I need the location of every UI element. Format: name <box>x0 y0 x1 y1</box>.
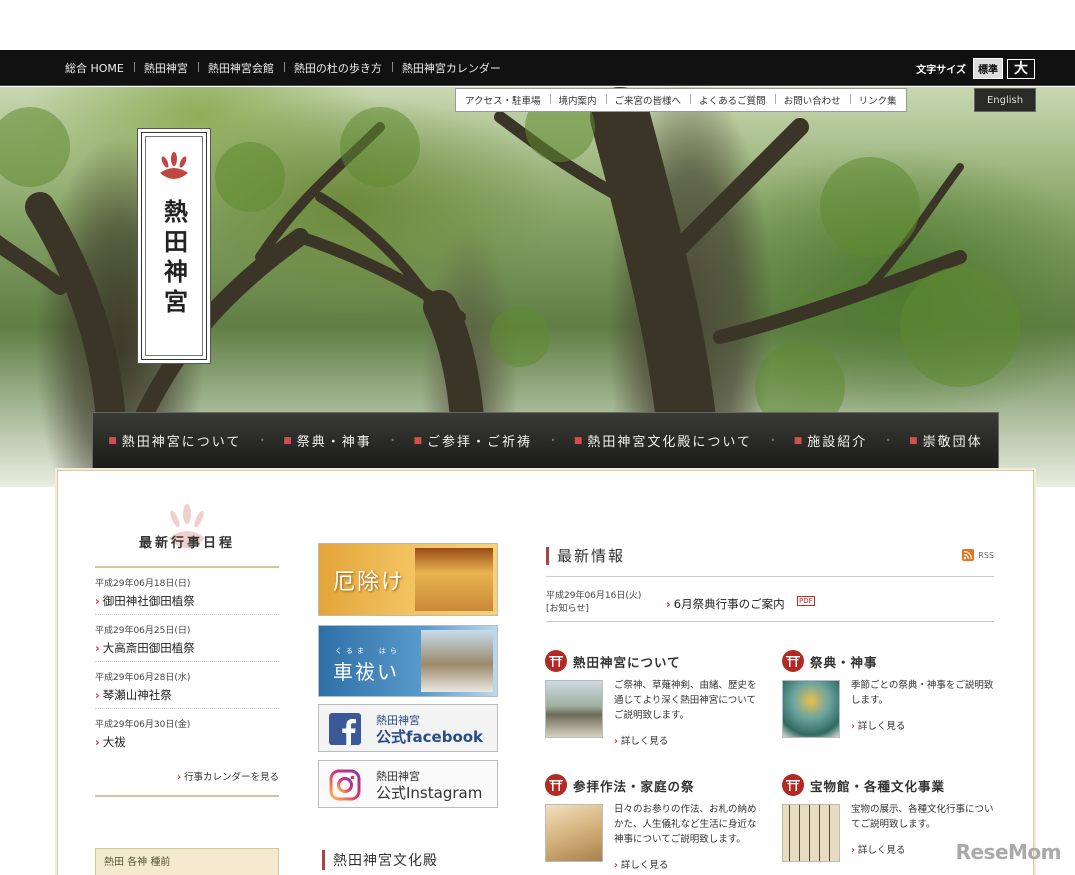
site-logo[interactable]: 熱田神宮 <box>141 132 207 360</box>
utility-nav-faq[interactable]: よくあるご質問 <box>690 93 775 107</box>
yakuyoke-photo <box>415 548 493 611</box>
section-more-link[interactable]: 詳しく見る <box>614 857 669 871</box>
main-nav: ■ 熱田神宮について • ■ 祭典・神事 • ■ ご参拝・ご祈祷 • ■ 熱田神宮文化殿… <box>92 412 999 469</box>
nav-separator: • <box>390 436 395 445</box>
torii-icon <box>545 650 567 672</box>
top-nav-atsuta-jingu[interactable]: 熱田神宮 <box>133 60 198 76</box>
top-nav-calendar[interactable]: 熱田神宮カレンダー <box>391 60 511 76</box>
section-photo[interactable] <box>782 680 840 738</box>
utility-nav-access[interactable]: アクセス・駐車場 <box>456 93 550 107</box>
section-heading[interactable]: 祭典・神事 <box>782 650 1012 672</box>
section-description: ご祭神、草薙神剣、由緒、歴史を通じてより深く熱田神宮についてご説明致します。 <box>614 680 757 721</box>
torii-icon <box>782 650 804 672</box>
nav-marker-icon: ■ <box>793 435 805 446</box>
event-title[interactable]: 琴瀬山神社祭 <box>95 687 279 703</box>
section-description: 宝物の展示、各種文化行事についてご説明致します。 <box>851 804 994 830</box>
utility-nav: アクセス・駐車場 境内案内 ご来宮の皆様へ よくあるご質問 お問い合わせ リンク… <box>455 88 907 112</box>
news-header: 最新情報 RSS <box>546 545 994 577</box>
main-nav-worship[interactable]: ■ ご参拝・ご祈祷 <box>414 431 533 450</box>
section-heading[interactable]: 熱田神宮について <box>545 650 775 672</box>
top-nav: 総合 HOME 熱田神宮 熱田神宮会館 熱田の杜の歩き方 熱田神宮カレンダー <box>55 50 511 86</box>
nav-marker-icon: ■ <box>283 435 294 446</box>
instagram-icon <box>329 769 361 801</box>
utility-nav-contact[interactable]: お問い合わせ <box>774 93 850 107</box>
nav-separator: • <box>885 436 891 445</box>
event-title[interactable]: 大高斎田御田植祭 <box>95 640 279 656</box>
main-nav-facilities[interactable]: ■ 施設紹介 <box>794 431 868 450</box>
nav-marker-icon: ■ <box>413 435 425 446</box>
nav-marker-icon: ■ <box>108 435 119 446</box>
news-heading: 最新情報 <box>546 547 626 565</box>
event-item[interactable]: 平成29年06月18日(日) 御田神社御田植祭 <box>95 568 279 615</box>
yakuyoke-banner[interactable]: 厄除け <box>318 543 498 616</box>
top-nav-home[interactable]: 総合 HOME <box>55 60 134 76</box>
facebook-banner[interactable]: 熱田神宮 公式facebook <box>318 704 498 752</box>
main-nav-bunkaden[interactable]: ■ 熱田神宮文化殿について <box>574 431 752 450</box>
utility-nav-grounds-map[interactable]: 境内案内 <box>549 93 606 107</box>
calendar-link[interactable]: 行事カレンダーを見る <box>95 755 279 797</box>
section-more-link[interactable]: 詳しく見る <box>851 842 906 856</box>
main-nav-about[interactable]: ■ 熱田神宮について <box>108 431 241 450</box>
section-more-link[interactable]: 詳しく見る <box>851 718 906 732</box>
section-description: 日々のお参りの作法、お札の納めかた、人生儀礼など生活に身近な神事についてご説明致… <box>614 804 757 845</box>
font-size-label: 文字サイズ <box>916 65 966 76</box>
utility-nav-visitors[interactable]: ご来宮の皆様へ <box>605 93 691 107</box>
bottom-thumbnail[interactable]: 熱田 各神 種前 <box>95 848 279 875</box>
news-title[interactable]: 6月祭典行事のご案内 <box>666 596 785 612</box>
font-size-control: 文字サイズ 標準 大 <box>916 58 1035 79</box>
torii-icon <box>545 774 567 796</box>
nav-separator: • <box>259 436 265 445</box>
news-item[interactable]: 平成29年06月16日(火)[お知らせ] 6月祭典行事のご案内 PDF <box>546 588 994 622</box>
section-festivals: 祭典・神事 季節ごとの祭典・神事をご説明致します。 詳しく見る <box>782 650 1012 738</box>
section-photo[interactable] <box>545 680 603 738</box>
utility-nav-links[interactable]: リンク集 <box>849 93 906 107</box>
event-date: 平成29年06月18日(日) <box>95 579 191 589</box>
top-nav-kaikan[interactable]: 熱田神宮会館 <box>197 60 284 76</box>
top-nav-walk-guide[interactable]: 熱田の杜の歩き方 <box>283 60 392 76</box>
bunkaden-heading: 熱田神宮文化殿 <box>322 850 438 870</box>
logo-text: 熱田神宮 <box>159 199 189 319</box>
section-heading[interactable]: 宝物館・各種文化事業 <box>782 774 1012 796</box>
event-title[interactable]: 大祓 <box>95 734 279 750</box>
section-about: 熱田神宮について ご祭神、草薙神剣、由緒、歴史を通じてより深く熱田神宮についてご… <box>545 650 775 747</box>
events-heading: 最新行事日程 <box>95 500 279 568</box>
section-photo[interactable] <box>545 804 603 862</box>
kurumabarai-photo <box>421 630 493 692</box>
event-date: 平成29年06月28日(水) <box>95 673 191 683</box>
rss-link[interactable]: RSS <box>962 549 994 561</box>
english-button[interactable]: English <box>974 88 1036 112</box>
main-nav-festivals[interactable]: ■ 祭典・神事 <box>283 431 372 450</box>
event-item[interactable]: 平成29年06月25日(日) 大高斎田御田植祭 <box>95 615 279 662</box>
section-worship-manners: 参拝作法・家庭の祭 日々のお参りの作法、お札の納めかた、人生儀礼など生活に身近な… <box>545 774 775 871</box>
rss-icon <box>962 549 975 561</box>
nav-separator: • <box>550 436 556 445</box>
nav-separator: • <box>770 436 776 445</box>
section-more-link[interactable]: 詳しく見る <box>614 733 669 747</box>
events-column: 最新行事日程 平成29年06月18日(日) 御田神社御田植祭 平成29年06月2… <box>95 500 279 797</box>
event-item[interactable]: 平成29年06月28日(水) 琴瀬山神社祭 <box>95 662 279 709</box>
event-item[interactable]: 平成29年06月30日(金) 大祓 <box>95 709 279 755</box>
torii-icon <box>782 774 804 796</box>
event-date: 平成29年06月30日(金) <box>95 720 191 730</box>
nav-marker-icon: ■ <box>909 435 920 446</box>
font-size-standard-button[interactable]: 標準 <box>973 58 1003 79</box>
event-date: 平成29年06月25日(日) <box>95 626 191 636</box>
pdf-icon: PDF <box>797 596 815 606</box>
section-description: 季節ごとの祭典・神事をご説明致します。 <box>851 680 994 706</box>
font-size-large-button[interactable]: 大 <box>1007 58 1035 79</box>
nav-marker-icon: ■ <box>573 435 585 446</box>
section-treasure-hall: 宝物館・各種文化事業 宝物の展示、各種文化行事についてご説明致します。 詳しく見… <box>782 774 1012 862</box>
top-bar: 総合 HOME 熱田神宮 熱田神宮会館 熱田の杜の歩き方 熱田神宮カレンダー 文… <box>0 50 1075 86</box>
kurumabarai-banner[interactable]: くるま はら 車祓い <box>318 625 498 697</box>
section-photo[interactable] <box>782 804 840 862</box>
kiri-crest-icon <box>160 152 188 179</box>
watermark-logo: ReseMom <box>955 840 1062 864</box>
instagram-banner[interactable]: 熱田神宮 公式Instagram <box>318 760 498 808</box>
event-title[interactable]: 御田神社御田植祭 <box>95 593 279 609</box>
facebook-icon <box>329 713 361 745</box>
section-heading[interactable]: 参拝作法・家庭の祭 <box>545 774 775 796</box>
news-date: 平成29年06月16日(火) [お知らせ] <box>546 591 642 614</box>
main-nav-supporters[interactable]: ■ 崇敬団体 <box>909 431 983 450</box>
